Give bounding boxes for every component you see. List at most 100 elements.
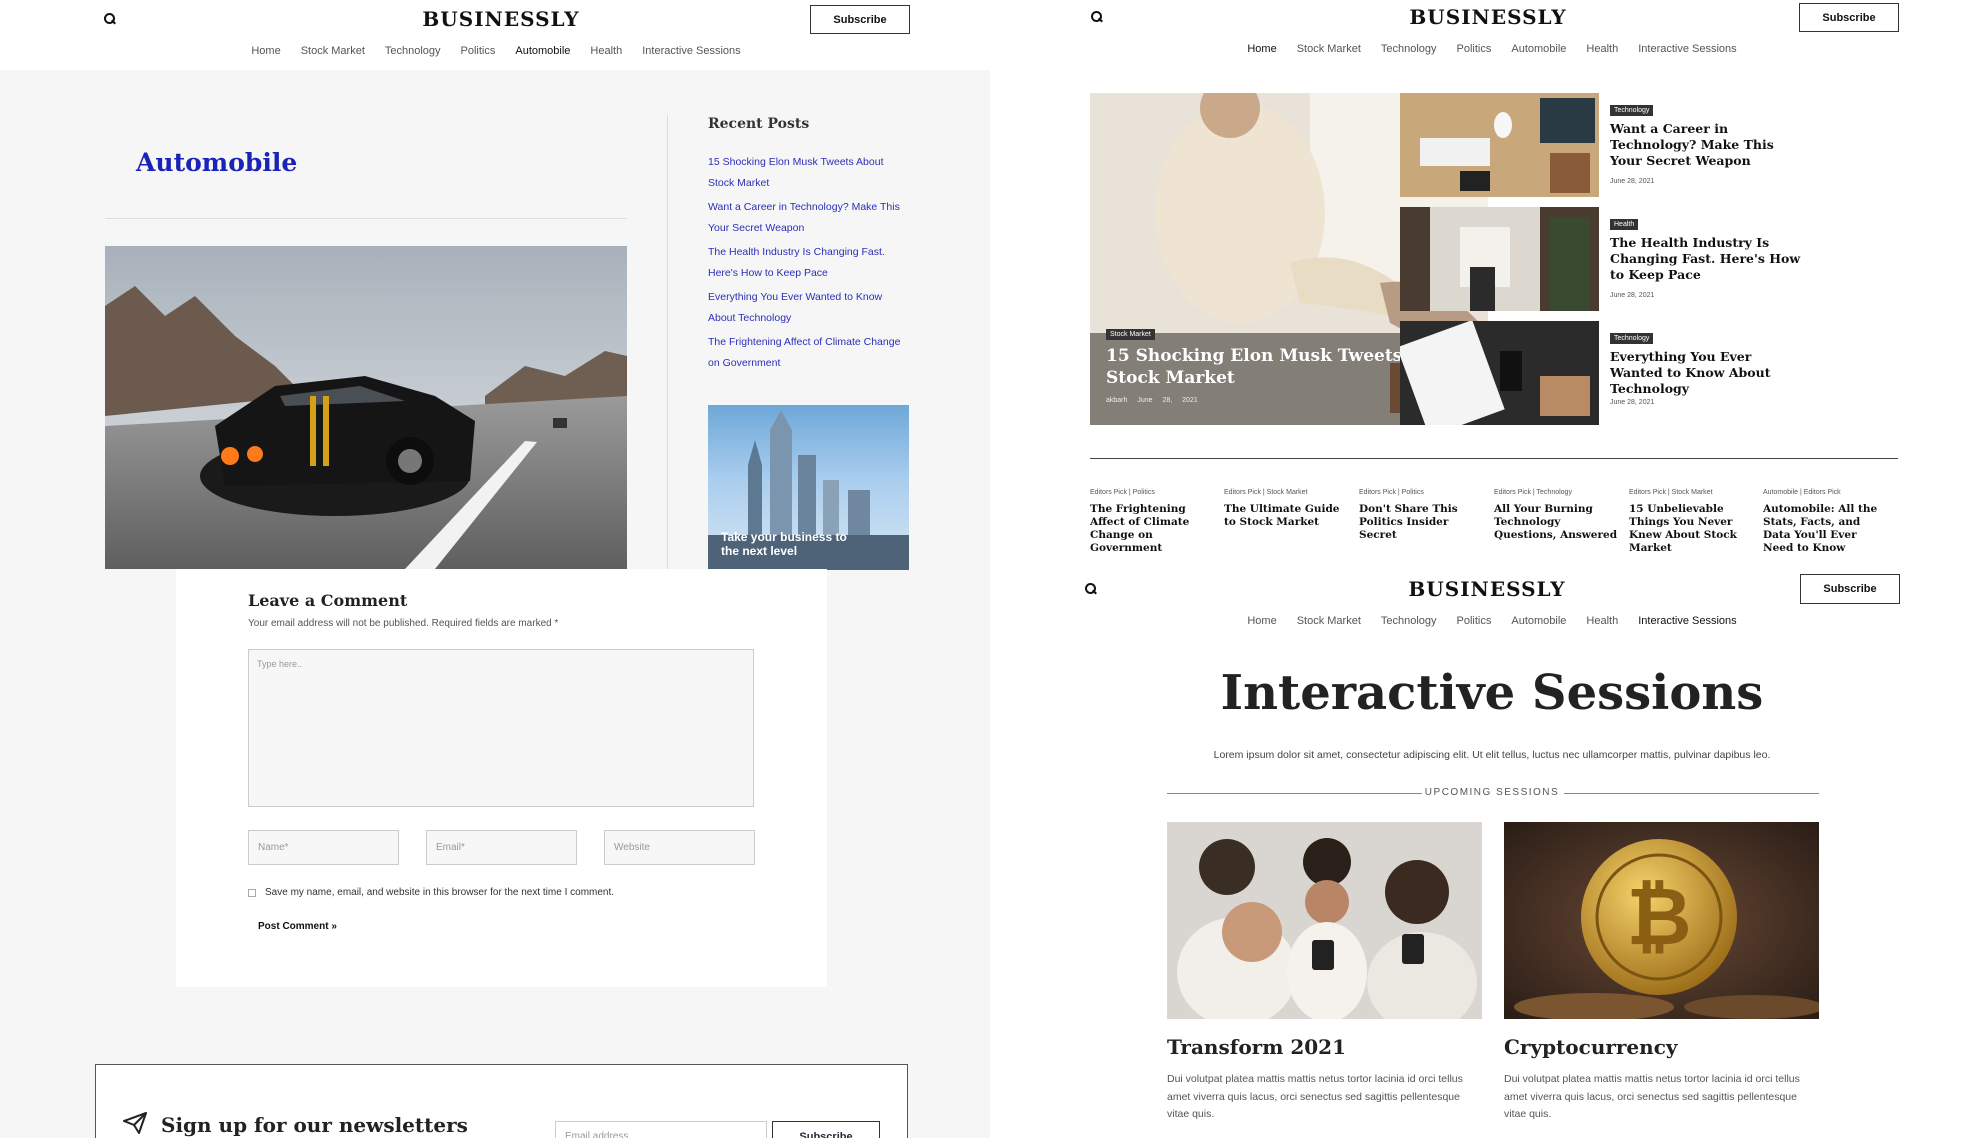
editors-pick-categories[interactable]: Editors Pick | Technology: [1494, 489, 1619, 496]
editors-pick-item[interactable]: Editors Pick | Stock Market The Ultimate…: [1224, 489, 1349, 529]
editors-pick-categories[interactable]: Editors Pick | Politics: [1359, 489, 1484, 496]
featured-car-image: [105, 246, 627, 569]
nav-stock-market[interactable]: Stock Market: [1297, 615, 1361, 627]
nav-stock-market[interactable]: Stock Market: [1297, 43, 1361, 55]
site-logo[interactable]: BUSINESSLY: [1409, 5, 1566, 29]
search-icon[interactable]: [1091, 11, 1102, 22]
recent-post-link[interactable]: Everything You Ever Wanted to Know About…: [708, 287, 910, 329]
editors-pick-categories[interactable]: Editors Pick | Stock Market: [1224, 489, 1349, 496]
newsletter-subscribe-button[interactable]: Subscribe: [772, 1121, 880, 1138]
nav-politics[interactable]: Politics: [1457, 43, 1492, 55]
site-logo[interactable]: BUSINESSLY: [1408, 577, 1565, 601]
nav-interactive-sessions[interactable]: Interactive Sessions: [642, 45, 740, 57]
nav-home[interactable]: Home: [251, 45, 280, 57]
editors-pick-categories[interactable]: Automobile | Editors Pick: [1763, 489, 1888, 496]
interactive-sessions-page: BUSINESSLY Subscribe Home Stock Market T…: [990, 569, 1980, 1138]
divider: [1564, 793, 1819, 794]
site-header: BUSINESSLY Subscribe Home Stock Market T…: [0, 0, 990, 70]
post-thumbnail[interactable]: [1400, 93, 1599, 197]
nav-interactive-sessions[interactable]: Interactive Sessions: [1638, 615, 1736, 627]
save-info-checkbox[interactable]: [248, 888, 256, 897]
editors-pick-title[interactable]: The Frightening Affect of Climate Change…: [1090, 503, 1215, 555]
post-category-badge[interactable]: Technology: [1610, 105, 1654, 116]
comment-note: Your email address will not be published…: [248, 618, 559, 629]
recent-post-link[interactable]: Want a Career in Technology? Make This Y…: [708, 197, 910, 239]
nav-politics[interactable]: Politics: [461, 45, 496, 57]
post-title[interactable]: Everything You Ever Wanted to Know About…: [1610, 349, 1805, 397]
editors-pick-item[interactable]: Automobile | Editors Pick Automobile: Al…: [1763, 489, 1888, 555]
subscribe-button[interactable]: Subscribe: [1799, 3, 1899, 32]
main-nav: Home Stock Market Technology Politics Au…: [1247, 615, 1736, 627]
save-info-label: Save my name, email, and website in this…: [265, 887, 615, 898]
page-intro: Lorem ipsum dolor sit amet, consectetur …: [1213, 749, 1771, 761]
nav-health[interactable]: Health: [1586, 615, 1618, 627]
post-date: June 28, 2021: [1610, 399, 1655, 406]
side-post[interactable]: Technology Want a Career in Technology? …: [1400, 93, 1960, 197]
subscribe-button[interactable]: Subscribe: [810, 5, 910, 34]
newsletter-email-input[interactable]: Email address: [555, 1121, 767, 1138]
nav-automobile[interactable]: Automobile: [1511, 615, 1566, 627]
editors-pick-categories[interactable]: Editors Pick | Stock Market: [1629, 489, 1754, 496]
nav-health[interactable]: Health: [590, 45, 622, 57]
nav-automobile[interactable]: Automobile: [515, 45, 570, 57]
editors-pick-title[interactable]: Automobile: All the Stats, Facts, and Da…: [1763, 503, 1888, 555]
editors-pick-item[interactable]: Editors Pick | Politics Don't Share This…: [1359, 489, 1484, 542]
newsletter-title: Sign up for our newsletters: [161, 1113, 468, 1137]
post-category-badge[interactable]: Technology: [1610, 333, 1654, 344]
session-image[interactable]: [1167, 822, 1482, 1019]
nav-technology[interactable]: Technology: [1381, 615, 1437, 627]
editors-pick-item[interactable]: Editors Pick | Technology All Your Burni…: [1494, 489, 1619, 542]
nav-home[interactable]: Home: [1247, 43, 1276, 55]
editors-pick-item[interactable]: Editors Pick | Stock Market 15 Unbelieva…: [1629, 489, 1754, 555]
hero-category-badge[interactable]: Stock Market: [1106, 329, 1155, 340]
nav-home[interactable]: Home: [1247, 615, 1276, 627]
post-category-badge[interactable]: Health: [1610, 219, 1639, 230]
search-icon[interactable]: [104, 13, 115, 24]
session-image[interactable]: ₿: [1504, 822, 1819, 1019]
save-info-option: Save my name, email, and website in this…: [248, 887, 614, 898]
post-thumbnail[interactable]: [1400, 207, 1599, 311]
nav-technology[interactable]: Technology: [385, 45, 441, 57]
post-date: June 28, 2021: [1610, 292, 1655, 299]
comment-form: Leave a Comment Your email address will …: [176, 569, 827, 987]
recent-post-link[interactable]: The Health Industry Is Changing Fast. He…: [708, 242, 910, 284]
editors-pick-categories[interactable]: Editors Pick | Politics: [1090, 489, 1215, 496]
site-header: BUSINESSLY Subscribe Home Stock Market T…: [990, 0, 1980, 70]
side-post[interactable]: Health The Health Industry Is Changing F…: [1400, 207, 1960, 311]
search-icon[interactable]: [1085, 583, 1096, 594]
editors-pick-title[interactable]: The Ultimate Guide to Stock Market: [1224, 503, 1349, 529]
side-post[interactable]: Technology Everything You Ever Wanted to…: [1400, 321, 1960, 425]
hero-author[interactable]: akbarh: [1106, 397, 1127, 404]
comment-textarea[interactable]: Type here..: [248, 649, 754, 807]
post-comment-button[interactable]: Post Comment »: [258, 921, 337, 932]
recent-post-link[interactable]: 15 Shocking Elon Musk Tweets About Stock…: [708, 152, 910, 194]
session-card[interactable]: ₿ Cryptocurrency Dui volutpat platea mat…: [1504, 822, 1819, 1124]
nav-automobile[interactable]: Automobile: [1511, 43, 1566, 55]
nav-interactive-sessions[interactable]: Interactive Sessions: [1638, 43, 1736, 55]
site-logo[interactable]: BUSINESSLY: [422, 7, 579, 31]
recent-post-link[interactable]: The Frightening Affect of Climate Change…: [708, 332, 910, 374]
nav-technology[interactable]: Technology: [1381, 43, 1437, 55]
nav-politics[interactable]: Politics: [1457, 615, 1492, 627]
paper-plane-icon: [123, 1112, 147, 1134]
post-title[interactable]: The Health Industry Is Changing Fast. He…: [1610, 235, 1805, 283]
name-field[interactable]: Name*: [248, 830, 399, 865]
divider: [105, 218, 627, 219]
editors-pick-title[interactable]: 15 Unbelievable Things You Never Knew Ab…: [1629, 503, 1754, 555]
post-title[interactable]: Want a Career in Technology? Make This Y…: [1610, 121, 1805, 169]
divider: [667, 115, 668, 570]
nav-health[interactable]: Health: [1586, 43, 1618, 55]
ad-banner[interactable]: Take your business to the next level: [708, 405, 909, 570]
subscribe-button[interactable]: Subscribe: [1800, 574, 1900, 604]
session-title[interactable]: Transform 2021: [1167, 1035, 1482, 1059]
nav-stock-market[interactable]: Stock Market: [301, 45, 365, 57]
editors-pick-title[interactable]: All Your Burning Technology Questions, A…: [1494, 503, 1619, 542]
session-title[interactable]: Cryptocurrency: [1504, 1035, 1819, 1059]
editors-pick-title[interactable]: Don't Share This Politics Insider Secret: [1359, 503, 1484, 542]
website-field[interactable]: Website: [604, 830, 755, 865]
post-thumbnail[interactable]: [1400, 321, 1599, 425]
editors-pick-item[interactable]: Editors Pick | Politics The Frightening …: [1090, 489, 1215, 555]
email-field[interactable]: Email*: [426, 830, 577, 865]
site-header: BUSINESSLY Subscribe Home Stock Market T…: [990, 569, 1980, 639]
session-card[interactable]: Transform 2021 Dui volutpat platea matti…: [1167, 822, 1482, 1124]
